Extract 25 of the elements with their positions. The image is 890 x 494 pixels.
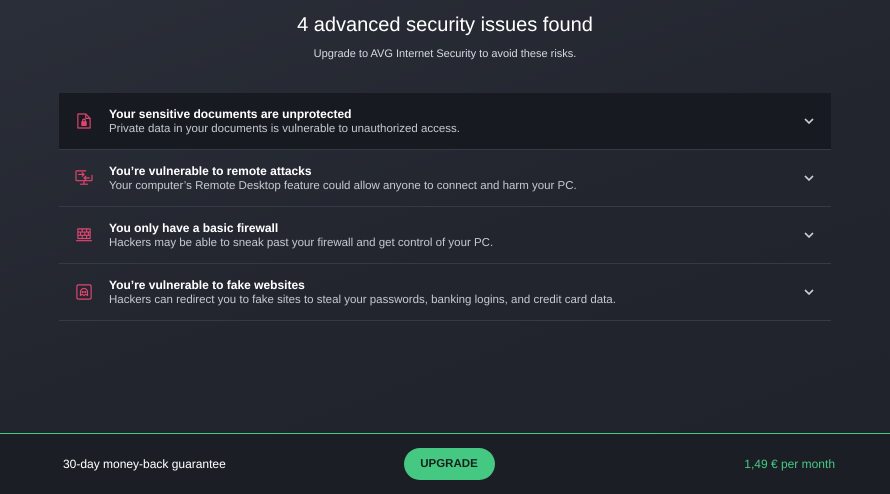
issue-description: Private data in your documents is vulnerable to unauthorized access. bbox=[109, 123, 461, 135]
chevron-down-icon[interactable] bbox=[804, 232, 814, 238]
page-title: 4 advanced security issues found bbox=[297, 14, 593, 37]
issue-title: You only have a basic firewall bbox=[109, 221, 280, 235]
upgrade-button[interactable]: UPGRADE bbox=[404, 448, 494, 480]
document-lock-icon bbox=[77, 113, 91, 129]
issue-description: Hackers may be able to sneak past your firewall and get control of your PC. bbox=[109, 237, 494, 249]
guarantee-text: 30-day money-back guarantee bbox=[63, 457, 227, 471]
price-text: 1,49 € per month bbox=[743, 457, 835, 471]
page-subtitle: Upgrade to AVG Internet Security to avoid these risks. bbox=[314, 48, 576, 60]
monitor-arrows-icon bbox=[75, 170, 93, 186]
brick-wall-icon bbox=[76, 228, 92, 242]
issue-description: Hackers can redirect you to fake sites to steal your passwords, banking logins, and credit card data. bbox=[109, 294, 617, 306]
chevron-down-icon[interactable] bbox=[804, 118, 814, 124]
issue-description: Your computer’s Remote Desktop feature could allow anyone to connect and harm your PC. bbox=[109, 180, 578, 192]
issue-title: You’re vulnerable to remote attacks bbox=[109, 164, 313, 178]
browser-mask-icon bbox=[76, 284, 92, 300]
issue-title: You’re vulnerable to fake websites bbox=[109, 278, 306, 292]
chevron-down-icon[interactable] bbox=[804, 289, 814, 295]
chevron-down-icon[interactable] bbox=[804, 175, 814, 181]
issue-row[interactable]: You’re vulnerable to remote attacks Your computer’s Remote Desktop feature could allow anyone to connect and harm your PC. bbox=[59, 150, 831, 207]
issue-row[interactable]: You only have a basic firewall Hackers may be able to sneak past your firewall and get control of your PC. bbox=[59, 207, 831, 264]
issue-title: Your sensitive documents are unprotected bbox=[109, 107, 353, 121]
issue-row[interactable]: Your sensitive documents are unprotected Private data in your documents is vulnerable to unauthorized access. bbox=[59, 93, 831, 150]
issue-row[interactable]: You’re vulnerable to fake websites Hackers can redirect you to fake sites to steal your passwords, banking logins, and credit card data. bbox=[59, 264, 831, 321]
